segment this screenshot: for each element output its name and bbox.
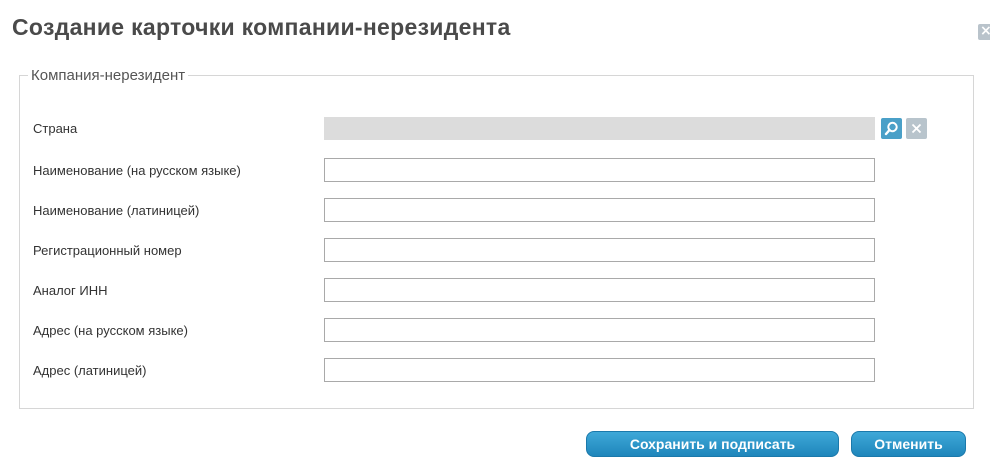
search-icon [884, 121, 898, 136]
save-and-sign-button[interactable]: Сохранить и подписать [586, 431, 839, 457]
country-clear-button[interactable] [906, 118, 927, 139]
address-latin-label: Адрес (латиницей) [33, 363, 147, 378]
inn-analog-label: Аналог ИНН [33, 283, 108, 298]
address-latin-field[interactable] [324, 358, 875, 382]
group-legend: Компания-нерезидент [31, 67, 186, 84]
inn-analog-field[interactable] [324, 278, 875, 302]
name-ru-field[interactable] [324, 158, 875, 182]
registration-number-field[interactable] [324, 238, 875, 262]
address-ru-label: Адрес (на русском языке) [33, 323, 188, 338]
country-label: Страна [33, 121, 78, 136]
country-search-button[interactable] [881, 118, 902, 139]
name-latin-label: Наименование (латиницей) [33, 203, 200, 218]
close-icon: × [980, 23, 990, 39]
registration-number-label: Регистрационный номер [33, 243, 182, 258]
country-field[interactable] [324, 117, 875, 140]
cancel-button[interactable]: Отменить [851, 431, 966, 457]
address-ru-field[interactable] [324, 318, 875, 342]
name-ru-label: Наименование (на русском языке) [33, 163, 241, 178]
page-title: Создание карточки компании-нерезидента [12, 14, 511, 40]
close-button[interactable]: × [978, 23, 990, 40]
name-latin-field[interactable] [324, 198, 875, 222]
dialog: Создание карточки компании-нерезидента ×… [0, 0, 990, 459]
clear-icon [911, 123, 922, 134]
